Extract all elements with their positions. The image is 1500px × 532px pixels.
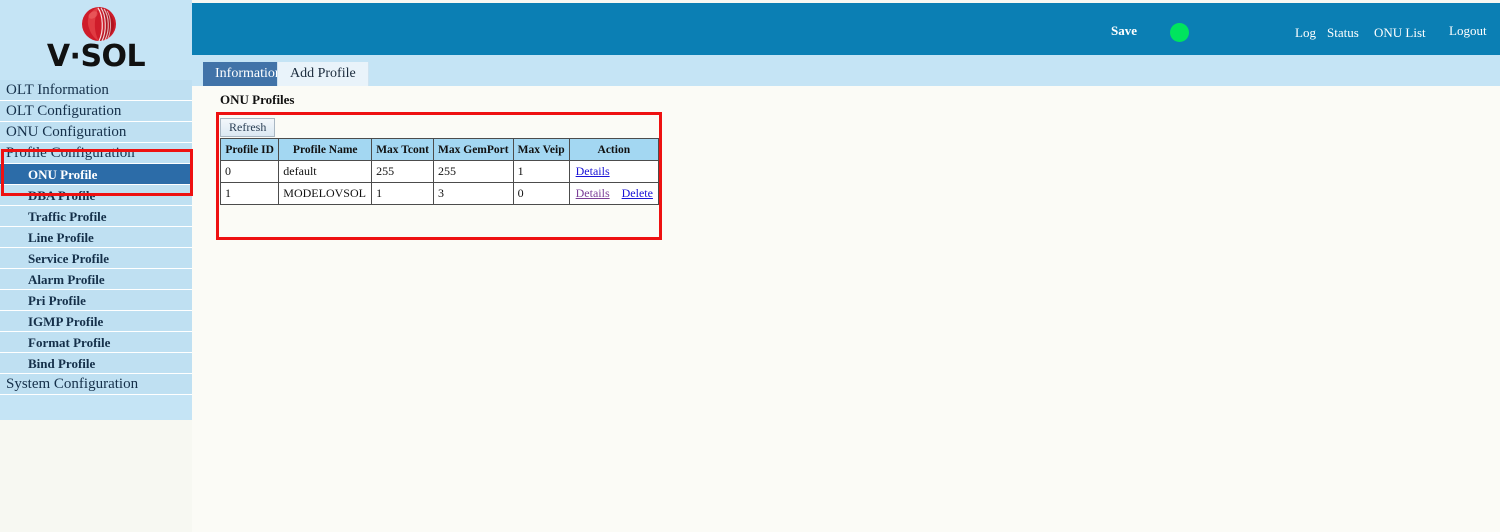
table-row: 1 MODELOVSOL 1 3 0 Details Delete <box>219 182 660 205</box>
page-title: ONU Profiles <box>220 92 295 107</box>
log-link[interactable]: Log <box>1295 25 1316 41</box>
cell-max-gemport: 255 <box>432 160 514 183</box>
logout-link[interactable]: Logout <box>1449 23 1487 39</box>
sidebar-item-pri-profile[interactable]: Pri Profile <box>0 290 192 311</box>
cell-profile-id: 0 <box>219 160 280 183</box>
delete-link[interactable]: Delete <box>622 186 653 200</box>
table-row: 0 default 255 255 1 Details <box>219 160 660 183</box>
table-body: 0 default 255 255 1 Details 1 MODELOVSOL 1 3 0 Deta… <box>219 160 660 205</box>
column-header-max-tcont: Max Tcont <box>371 138 434 161</box>
cell-max-veip: 1 <box>512 160 570 183</box>
sidebar-item-alarm-profile[interactable]: Alarm Profile <box>0 269 192 290</box>
tab-add-profile[interactable]: Add Profile <box>277 62 369 86</box>
sidebar: V·SOL OLT Information OLT Configuration ON… <box>0 0 193 420</box>
sidebar-nav: OLT Information OLT Configuration ONU Conf… <box>0 80 192 395</box>
column-header-action: Action <box>568 138 660 161</box>
cell-max-veip: 0 <box>512 182 570 205</box>
column-header-profile-id: Profile ID <box>219 138 280 161</box>
onu-profiles-panel: Refresh Profile ID Profile Name Max Tcon… <box>219 115 660 237</box>
sidebar-item-olt-information[interactable]: OLT Information <box>0 80 192 101</box>
sidebar-item-profile-configuration[interactable]: Profile Configuration <box>0 143 192 164</box>
sidebar-item-onu-configuration[interactable]: ONU Configuration <box>0 122 192 143</box>
sidebar-item-bind-profile[interactable]: Bind Profile <box>0 353 192 374</box>
refresh-button[interactable]: Refresh <box>220 118 276 137</box>
cell-max-tcont: 255 <box>371 160 434 183</box>
onu-list-link[interactable]: ONU List <box>1374 25 1426 41</box>
content-area: ONU Profiles Refresh Profile ID Profile … <box>192 86 1500 532</box>
cell-profile-id: 1 <box>219 182 280 205</box>
green-status-dot-icon <box>1170 23 1189 42</box>
sidebar-item-traffic-profile[interactable]: Traffic Profile <box>0 206 192 227</box>
column-header-max-gemport: Max GemPort <box>432 138 514 161</box>
sidebar-item-line-profile[interactable]: Line Profile <box>0 227 192 248</box>
table-header-row: Profile ID Profile Name Max Tcont Max Ge… <box>219 138 660 161</box>
sidebar-item-igmp-profile[interactable]: IGMP Profile <box>0 311 192 332</box>
cell-profile-name: default <box>278 160 373 183</box>
details-link[interactable]: Details <box>576 164 610 178</box>
status-link[interactable]: Status <box>1327 25 1359 41</box>
column-header-max-veip: Max Veip <box>512 138 570 161</box>
sidebar-item-system-configuration[interactable]: System Configuration <box>0 374 192 395</box>
cell-action: Details Delete <box>568 182 660 205</box>
sidebar-item-format-profile[interactable]: Format Profile <box>0 332 192 353</box>
cell-action: Details <box>568 160 660 183</box>
sidebar-item-olt-configuration[interactable]: OLT Configuration <box>0 101 192 122</box>
sidebar-item-dba-profile[interactable]: DBA Profile <box>0 185 192 206</box>
brand-name: V·SOL <box>46 39 146 74</box>
sidebar-item-onu-profile[interactable]: ONU Profile <box>0 164 192 185</box>
onu-profiles-table: Profile ID Profile Name Max Tcont Max Ge… <box>219 138 660 205</box>
column-header-profile-name: Profile Name <box>278 138 373 161</box>
tab-strip: Information Add Profile <box>192 55 1500 86</box>
top-header-bar: Save Log Status ONU List Logout <box>192 3 1500 55</box>
cell-max-tcont: 1 <box>371 182 434 205</box>
cell-profile-name: MODELOVSOL <box>278 182 373 205</box>
save-button[interactable]: Save <box>1111 23 1137 39</box>
brand-logo: V·SOL <box>0 0 192 80</box>
cell-max-gemport: 3 <box>432 182 514 205</box>
details-link[interactable]: Details <box>576 186 610 200</box>
sidebar-item-service-profile[interactable]: Service Profile <box>0 248 192 269</box>
